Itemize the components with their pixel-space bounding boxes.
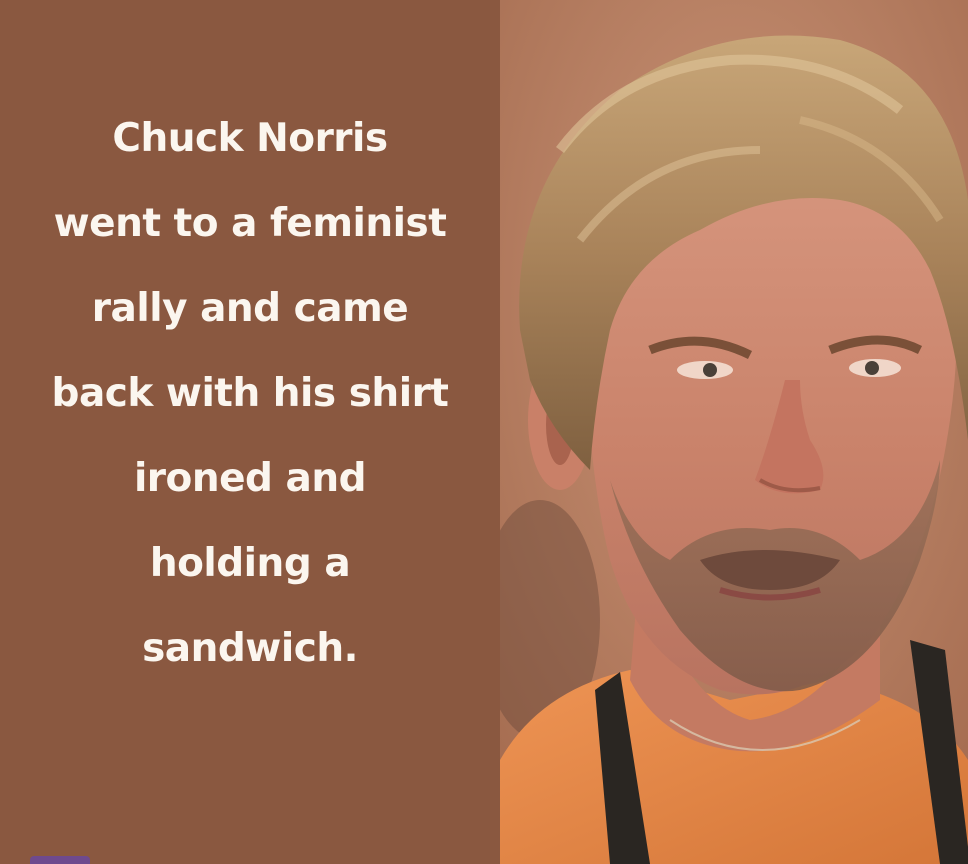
caption-line: ironed and xyxy=(133,456,367,501)
caption-line: holding a xyxy=(149,541,351,586)
caption-line: sandwich. xyxy=(142,626,358,671)
portrait-photo xyxy=(500,0,968,864)
caption-line: Chuck Norris xyxy=(112,116,388,161)
caption-panel: Chuck Norris went to a feminist rally an… xyxy=(0,0,500,864)
meme-card: Chuck Norris went to a feminist rally an… xyxy=(0,0,968,864)
portrait-illustration xyxy=(500,0,968,864)
caption-line: rally and came xyxy=(91,286,409,331)
caption-text: Chuck Norris went to a feminist rally an… xyxy=(0,96,500,691)
caption-line: back with his shirt xyxy=(51,371,449,416)
caption-line: went to a feminist xyxy=(53,201,447,246)
corner-badge xyxy=(30,856,90,864)
